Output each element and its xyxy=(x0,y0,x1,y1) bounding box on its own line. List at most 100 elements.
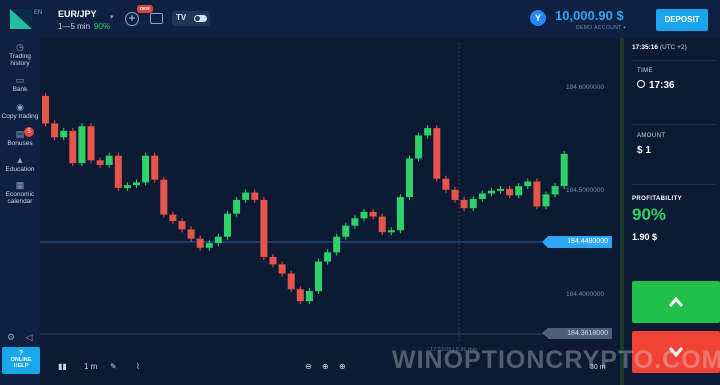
online-help-button[interactable]: ? ONLINE HELP xyxy=(2,347,40,374)
sound-icon[interactable]: ◁ xyxy=(24,332,34,342)
candle-up xyxy=(487,190,495,194)
tradingview-toggle[interactable]: TV xyxy=(172,11,210,26)
candle-up xyxy=(333,236,341,253)
sidebar-item-label: Bank xyxy=(12,86,28,93)
account-type-selector[interactable]: DEMO ACCOUNT ▾ xyxy=(576,25,626,31)
sidebar-item-copy-trading[interactable]: ◉ Copy trading xyxy=(0,103,40,121)
candle-up xyxy=(105,155,113,165)
call-up-button[interactable] xyxy=(632,281,720,323)
trade-panel: 17:35:16 (UTC +2) TIME 17:36 AMOUNT $ 1 … xyxy=(624,38,720,385)
chevron-up-icon xyxy=(668,296,684,307)
sidebar-item-economic-calendar[interactable]: ▦ Economic calendar xyxy=(0,180,40,206)
gear-icon[interactable]: ⚙ xyxy=(6,332,16,342)
panel-separator xyxy=(632,124,716,125)
candlestick-chart[interactable] xyxy=(40,38,620,385)
account-avatar[interactable]: Y xyxy=(530,10,546,26)
candle-down xyxy=(296,289,304,302)
candle-up xyxy=(497,188,504,191)
candle-down xyxy=(369,211,377,217)
sidebar-item-education[interactable]: ▲ Education xyxy=(0,155,40,174)
candle-up xyxy=(123,185,131,188)
asset-duration[interactable]: 1—5 min 90% xyxy=(58,22,110,31)
sidebar-item-label: Economic calendar xyxy=(5,191,35,205)
account-balance[interactable]: 10,000.90 $ xyxy=(555,8,624,23)
candle-up xyxy=(515,186,523,196)
candles-type-icon[interactable]: ▮▮ xyxy=(58,362,67,371)
education-icon: ▲ xyxy=(15,155,25,165)
candle-down xyxy=(251,192,259,200)
time-field[interactable]: 17:36 xyxy=(637,80,675,91)
candle-down xyxy=(96,160,104,165)
candle-up xyxy=(242,192,250,200)
candle-up xyxy=(406,158,413,198)
candle-up xyxy=(542,194,550,207)
sidebar-item-bank[interactable]: ▭ Bank xyxy=(0,75,40,94)
candle-up xyxy=(387,230,395,233)
candle-down xyxy=(87,126,95,161)
sidebar-item-label: Education xyxy=(5,166,35,173)
asset-tab-icon[interactable] xyxy=(150,13,163,24)
language-selector[interactable]: EN xyxy=(34,10,42,16)
candle-up xyxy=(214,236,222,244)
history-icon: ◷ xyxy=(16,42,24,52)
candle-down xyxy=(187,229,195,239)
candle-down xyxy=(69,130,77,164)
candle-down xyxy=(114,155,122,188)
candle-down xyxy=(269,256,277,265)
crosshair-icon[interactable]: ⊕ xyxy=(322,362,329,371)
sidebar-item-label: Bonuses xyxy=(7,140,33,147)
zoom-out-icon[interactable]: ⊖ xyxy=(305,362,312,371)
panel-separator xyxy=(632,60,716,61)
amount-label: AMOUNT xyxy=(637,133,666,139)
tradingview-logo: TV xyxy=(176,13,187,22)
candle-up xyxy=(324,252,332,262)
candle-down xyxy=(287,273,295,290)
time-value: 17:36 xyxy=(649,80,675,91)
candle-down xyxy=(506,188,514,196)
deposit-button[interactable]: DEPOSIT xyxy=(656,9,708,31)
profitability-percent: 90% xyxy=(632,205,667,224)
panel-separator xyxy=(632,184,716,185)
asset-name[interactable]: EUR/JPY xyxy=(58,9,97,19)
low-price-tag: 184.3618000 xyxy=(542,328,612,339)
candle-up xyxy=(478,193,486,199)
bank-icon: ▭ xyxy=(15,75,25,85)
candle-up xyxy=(315,261,322,292)
profitability-label: PROFITABILITY xyxy=(632,196,683,202)
top-bar: EN EUR/JPY 1—5 min 90% ▾ + new TV Y 10,00… xyxy=(0,0,720,38)
server-timezone: (UTC +2) xyxy=(659,44,687,51)
help-icon: ? xyxy=(18,350,24,357)
candle-up xyxy=(469,198,477,209)
sidebar-item-trading-history[interactable]: ◷ Trading history xyxy=(0,42,40,68)
sidebar-item-bonuses[interactable]: ▤ 5 Bonuses xyxy=(0,127,40,147)
candle-down xyxy=(533,181,541,207)
plus-circle-icon: + xyxy=(128,11,136,25)
sidebar-item-label: Trading history xyxy=(9,53,31,67)
bonus-count-badge: 5 xyxy=(24,127,34,137)
timeframe-selector[interactable]: 1 m xyxy=(84,362,97,371)
candle-up xyxy=(205,243,213,248)
candle-up xyxy=(342,225,350,237)
server-time-value: 17:35:16 xyxy=(632,44,659,51)
candle-up xyxy=(60,130,68,138)
zoom-in-icon[interactable]: ⊕ xyxy=(339,362,346,371)
pencil-icon[interactable]: ✎ xyxy=(110,362,117,371)
server-time: 17:35:16 (UTC +2) xyxy=(632,44,687,51)
candle-up xyxy=(415,135,423,159)
chart-area[interactable]: 184.6000000 184.5000000 184.4000000 184.… xyxy=(40,38,624,385)
add-asset-button[interactable]: + xyxy=(125,12,139,26)
logo-icon[interactable] xyxy=(10,9,32,29)
candle-up xyxy=(424,128,432,136)
amount-field[interactable]: $ 1 xyxy=(637,145,651,156)
asset-dropdown-icon[interactable]: ▾ xyxy=(110,13,114,21)
price-label-top: 184.6000000 xyxy=(566,84,604,91)
candle-up xyxy=(396,197,404,231)
indicators-icon[interactable]: ⌇ xyxy=(136,362,140,371)
candle-down xyxy=(178,221,186,230)
candle-down xyxy=(160,179,168,215)
candles-group xyxy=(42,92,568,305)
asset-payout: 90% xyxy=(94,22,111,31)
candle-down xyxy=(196,238,204,248)
current-price-tag: 184.4480000 xyxy=(542,236,612,248)
calendar-icon: ▦ xyxy=(15,180,25,190)
